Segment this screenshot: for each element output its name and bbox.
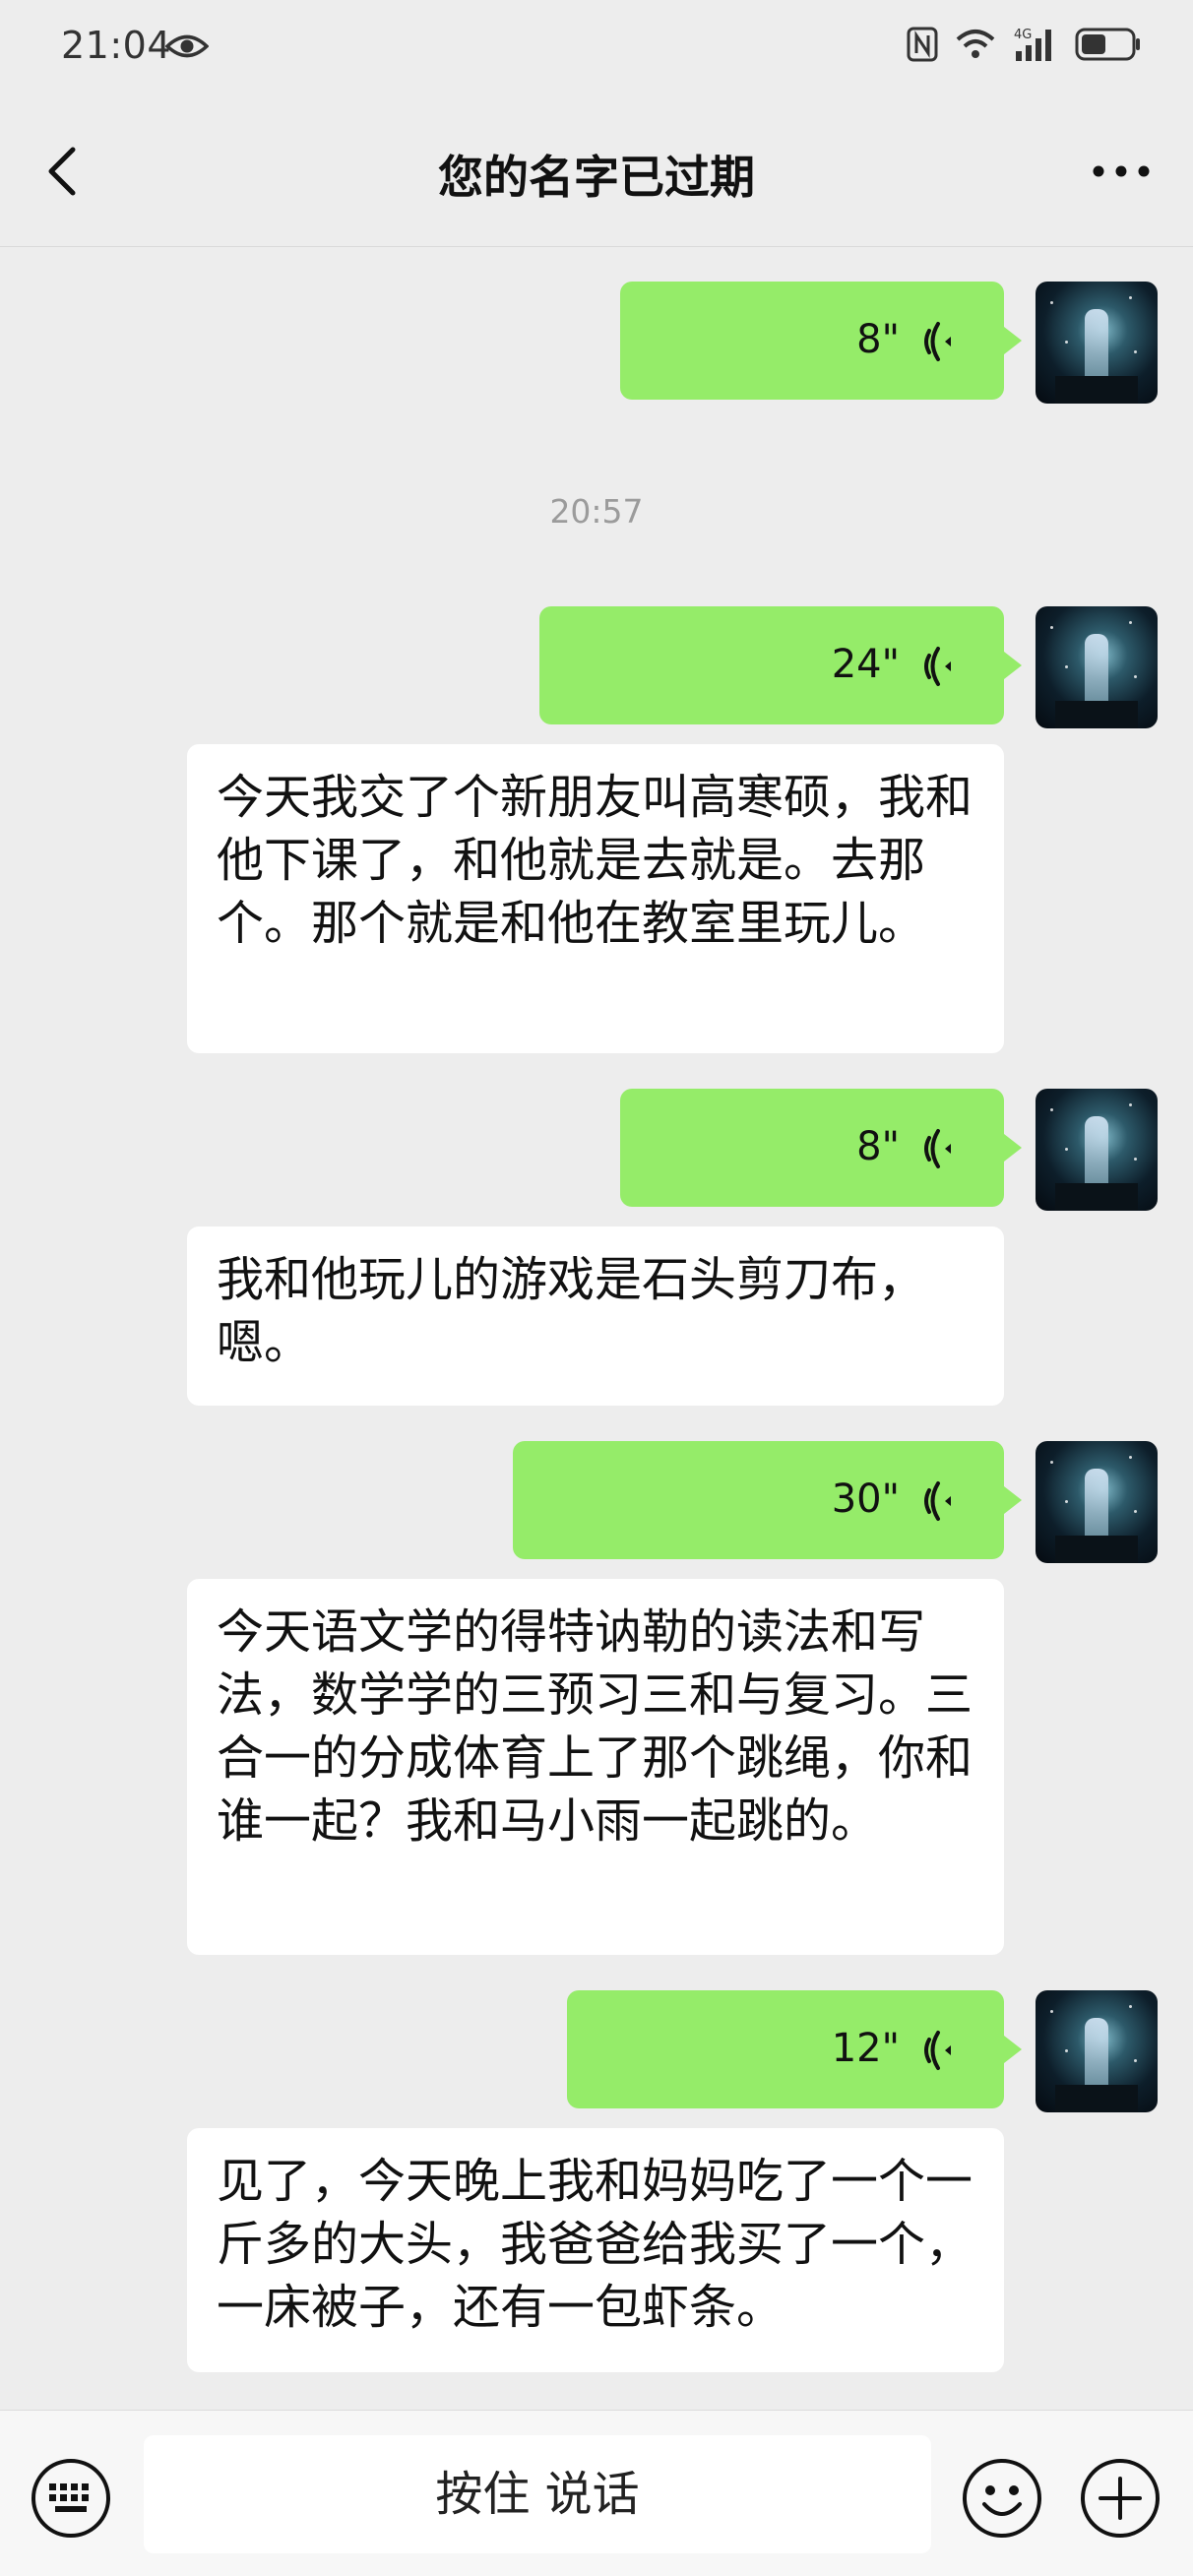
voice-wave-icon xyxy=(924,2031,951,2070)
voice-message[interactable]: 8" xyxy=(620,1089,1022,1207)
voice-duration: 8" xyxy=(856,1124,900,1169)
voice-duration: 24" xyxy=(831,642,900,687)
avatar[interactable] xyxy=(1036,1990,1158,2112)
voice-wave-icon xyxy=(924,1481,951,1521)
battery-icon xyxy=(1075,28,1140,61)
chat-title: 您的名字已过期 xyxy=(438,151,755,204)
chat-header: 您的名字已过期 xyxy=(0,98,1193,247)
status-bar: 21:04 4G xyxy=(0,0,1193,98)
voice-duration: 30" xyxy=(831,1476,900,1522)
nfc-icon xyxy=(907,27,938,62)
voice-transcript: 我和他玩儿的游戏是石头剪刀布，嗯。 xyxy=(187,1226,1004,1406)
avatar[interactable] xyxy=(1036,1441,1158,1563)
input-bar: 按住 说话 xyxy=(0,2410,1193,2576)
status-time: 21:04 xyxy=(61,24,172,67)
voice-transcript: 今天我交了个新朋友叫高寒硕，我和他下课了，和他就是去就是。去那个。那个就是和他在… xyxy=(187,744,1004,1053)
avatar[interactable] xyxy=(1036,282,1158,404)
voice-wave-icon xyxy=(924,647,951,686)
emoji-icon[interactable] xyxy=(961,2457,1043,2540)
wifi-icon xyxy=(956,30,995,58)
plus-icon[interactable] xyxy=(1079,2457,1162,2540)
eye-icon xyxy=(165,34,209,58)
network-label: 4G xyxy=(1014,28,1032,42)
more-icon[interactable] xyxy=(1087,152,1156,191)
voice-message[interactable]: 12" xyxy=(567,1990,1022,2108)
voice-duration: 12" xyxy=(831,2026,900,2071)
avatar[interactable] xyxy=(1036,1089,1158,1211)
voice-message[interactable]: 8" xyxy=(620,282,1022,400)
voice-wave-icon xyxy=(924,1129,951,1168)
voice-wave-icon xyxy=(924,322,951,361)
keyboard-icon[interactable] xyxy=(30,2457,112,2540)
avatar[interactable] xyxy=(1036,606,1158,728)
signal-icon: 4G xyxy=(1014,28,1051,61)
voice-transcript: 今天语文学的得特讷勒的读法和写法，数学学的三预习三和与复习。三合一的分成体育上了… xyxy=(187,1579,1004,1955)
voice-transcript: 见了，今天晚上我和妈妈吃了一个一斤多的大头，我爸爸给我买了一个，一床被子，还有一… xyxy=(187,2128,1004,2372)
hold-to-talk-button[interactable]: 按住 说话 xyxy=(144,2435,931,2553)
chat-timestamp: 20:57 xyxy=(549,492,644,531)
voice-message[interactable]: 30" xyxy=(513,1441,1022,1559)
voice-duration: 8" xyxy=(856,317,900,362)
voice-message[interactable]: 24" xyxy=(539,606,1022,724)
